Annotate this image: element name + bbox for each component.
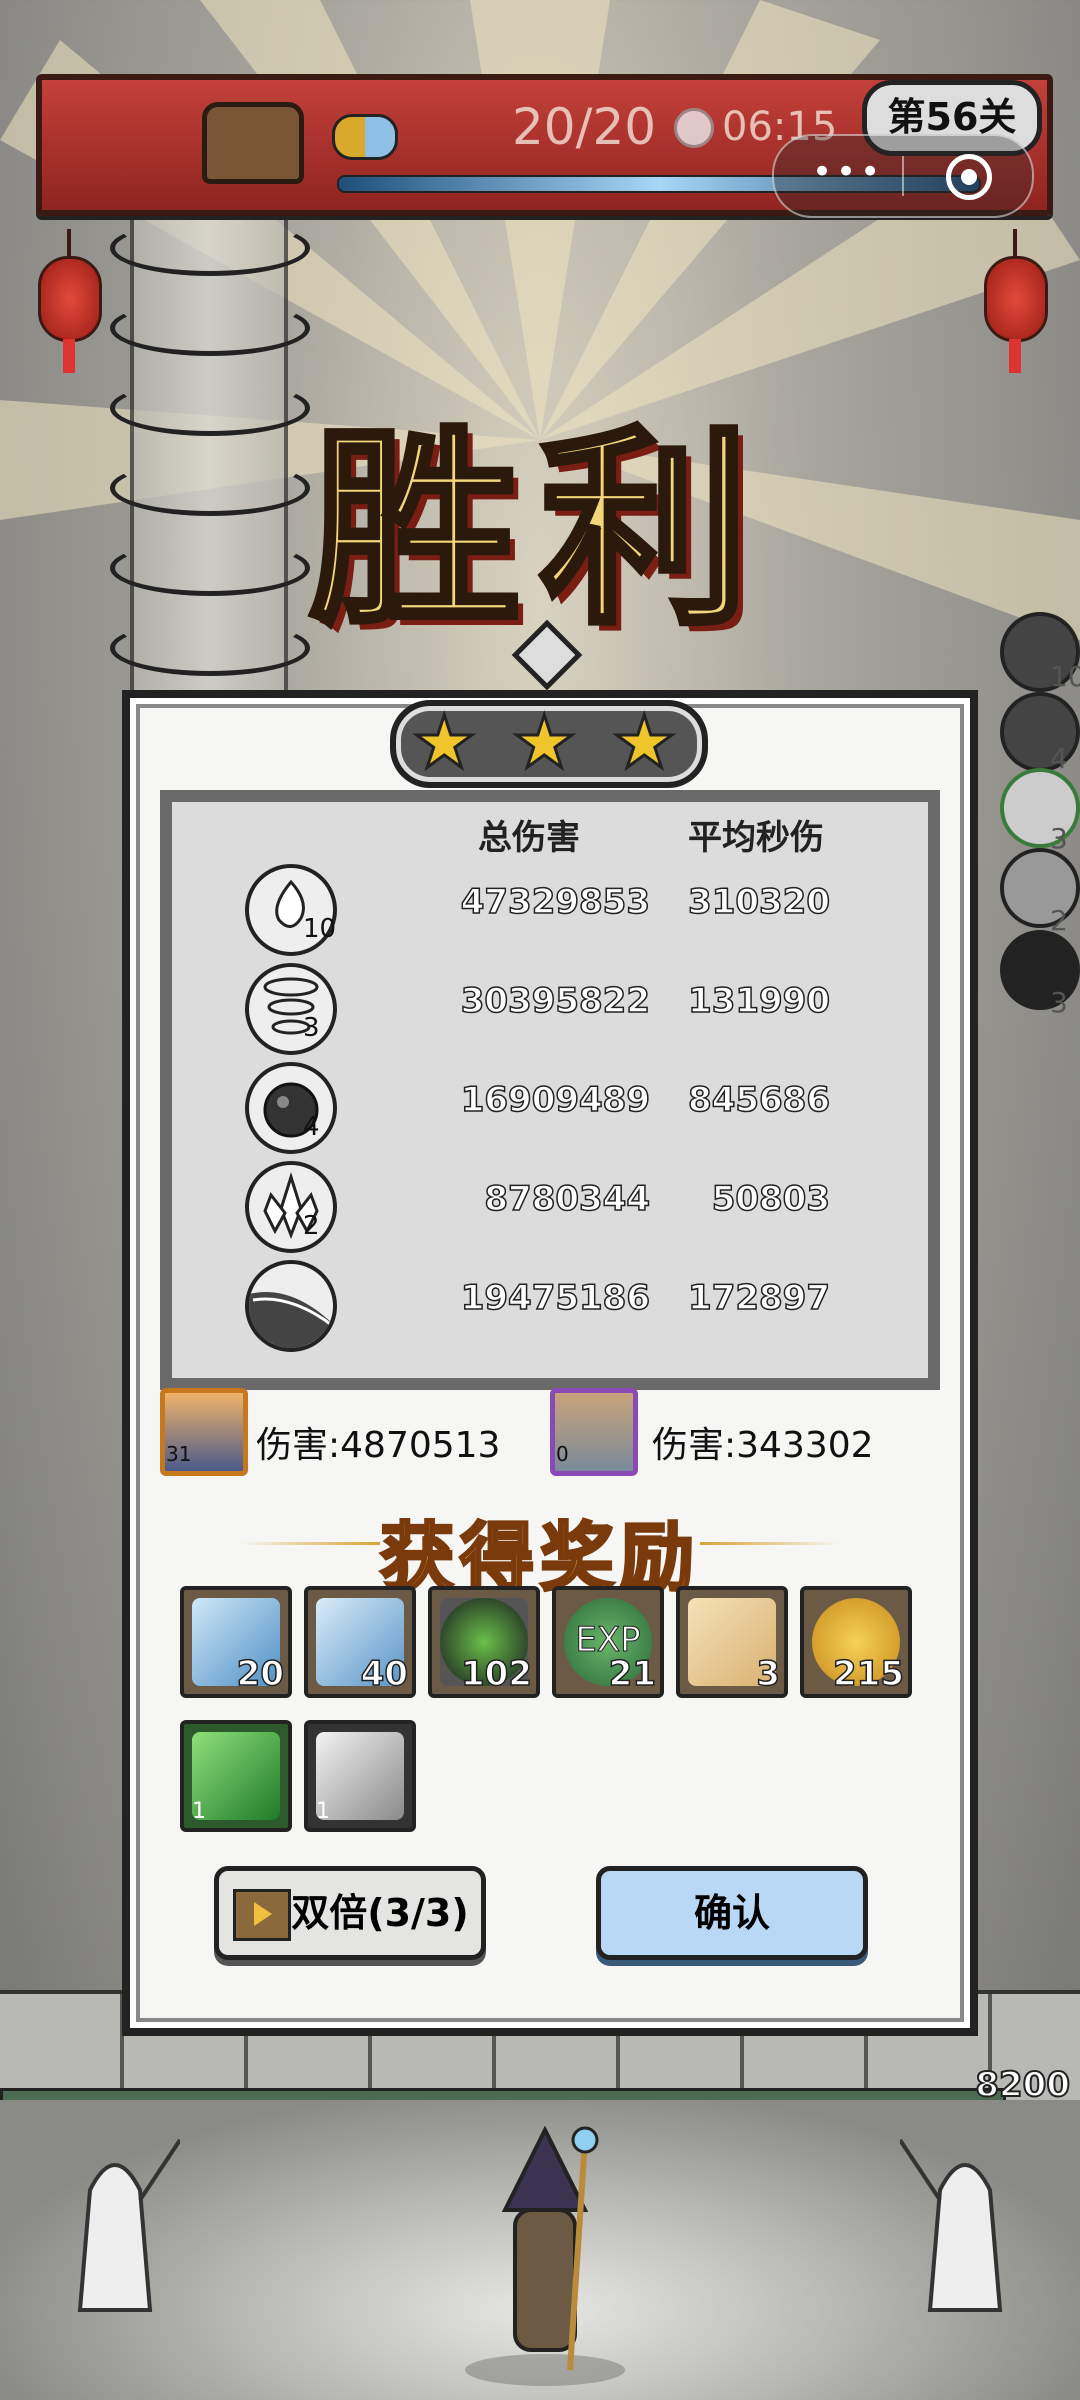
treasure-chest-icon[interactable] (202, 102, 304, 184)
star-icon: ★ (511, 699, 579, 786)
wind-coil (110, 220, 310, 276)
hero-1-level: 31 (166, 1442, 192, 1466)
reward-count: 20 (236, 1653, 285, 1695)
star-icon: ★ (611, 699, 679, 786)
star-icon: ★ (411, 699, 479, 786)
ghost-ally-right (900, 2138, 1003, 2312)
capsule-divider (902, 156, 904, 196)
side-skill-tornado-icon (1000, 768, 1080, 848)
wave-counter: 20/20 (512, 98, 657, 156)
skill-level: 4 (303, 1112, 320, 1142)
tornado-icon (245, 963, 337, 1055)
reward-count: 3 (756, 1653, 781, 1695)
confirm-label: 确认 (693, 1891, 770, 1935)
slash-icon (245, 1260, 337, 1352)
skill-level: 10 (303, 914, 337, 944)
miniprogram-capsule: ••• (772, 134, 1034, 218)
reward-count: 102 (460, 1653, 532, 1695)
wizard-character (465, 2125, 625, 2386)
side-skill-count: 10 (1050, 660, 1080, 693)
reward-count: 21 (608, 1653, 657, 1695)
table-row: 2 8780344 50803 (160, 1159, 916, 1253)
side-skill-ice-crystal-icon (1000, 848, 1080, 928)
reward-item[interactable]: 1 (180, 1720, 292, 1832)
avg-dps-value: 131990 (687, 980, 830, 1022)
header-total-damage: 总伤害 (478, 818, 580, 858)
reward-item[interactable]: EXP 21 (552, 1586, 664, 1698)
skill-level: 2 (303, 1211, 320, 1241)
reward-item[interactable]: 1 (304, 1720, 416, 1832)
header-avg-dps: 平均秒伤 (688, 818, 824, 858)
reward-count: 40 (360, 1653, 409, 1695)
clock-icon (674, 108, 714, 148)
red-lantern-left (38, 229, 102, 373)
reward-item[interactable]: 20 (180, 1586, 292, 1698)
hero-2-damage: 伤害:343302 (652, 1425, 874, 1466)
total-damage-value: 16909489 (460, 1079, 651, 1121)
hero-2-level: 0 (556, 1442, 569, 1466)
star-rating: ★ ★ ★ (390, 699, 708, 788)
table-row: 3 30395822 131990 (160, 961, 916, 1055)
bomb-icon (245, 1062, 337, 1154)
table-row: 19475186 172897 (160, 1258, 916, 1352)
double-reward-label: 双倍(3/3) (291, 1891, 469, 1935)
red-lantern-right (984, 229, 1048, 373)
avg-dps-value: 845686 (687, 1079, 830, 1121)
total-damage-value: 30395822 (460, 980, 651, 1022)
avg-dps-value: 172897 (687, 1277, 830, 1319)
close-target-icon[interactable] (946, 154, 992, 200)
side-skill-bomb-icon (1000, 692, 1080, 772)
total-damage-value: 8780344 (484, 1178, 651, 1220)
avg-dps-value: 310320 (687, 881, 830, 923)
skill-level: 3 (303, 1013, 320, 1043)
table-row: 4 16909489 845686 (160, 1060, 916, 1154)
side-skill-count: 3 (1050, 986, 1068, 1019)
double-reward-button[interactable]: 双倍(3/3) (214, 1866, 486, 1960)
total-damage-value: 19475186 (460, 1277, 651, 1319)
video-ad-icon (233, 1889, 291, 1941)
reward-count: 1 (192, 1799, 206, 1824)
confirm-button[interactable]: 确认 (596, 1866, 868, 1960)
victory-title: 胜利 (307, 403, 770, 656)
table-row: 10 47329853 310320 (160, 862, 916, 956)
ghost-ally-left (77, 2138, 180, 2312)
reward-count: 1 (316, 1799, 330, 1824)
hero-1-damage: 伤害:4870513 (256, 1425, 501, 1466)
coin-gem-icon (332, 114, 398, 160)
total-damage-value: 47329853 (460, 881, 651, 923)
reward-count: 215 (832, 1653, 904, 1695)
more-options-icon[interactable]: ••• (812, 152, 884, 192)
reward-item[interactable]: 102 (428, 1586, 540, 1698)
reward-item[interactable]: 215 (800, 1586, 912, 1698)
base-hp-value: 8200 (974, 2064, 1071, 2106)
ice-crystal-icon (245, 1161, 337, 1253)
side-skill-slash-icon (1000, 930, 1080, 1010)
avg-dps-value: 50803 (711, 1178, 831, 1220)
reward-item[interactable]: 40 (304, 1586, 416, 1698)
wind-coil (110, 300, 310, 356)
reward-item[interactable]: 3 (676, 1586, 788, 1698)
